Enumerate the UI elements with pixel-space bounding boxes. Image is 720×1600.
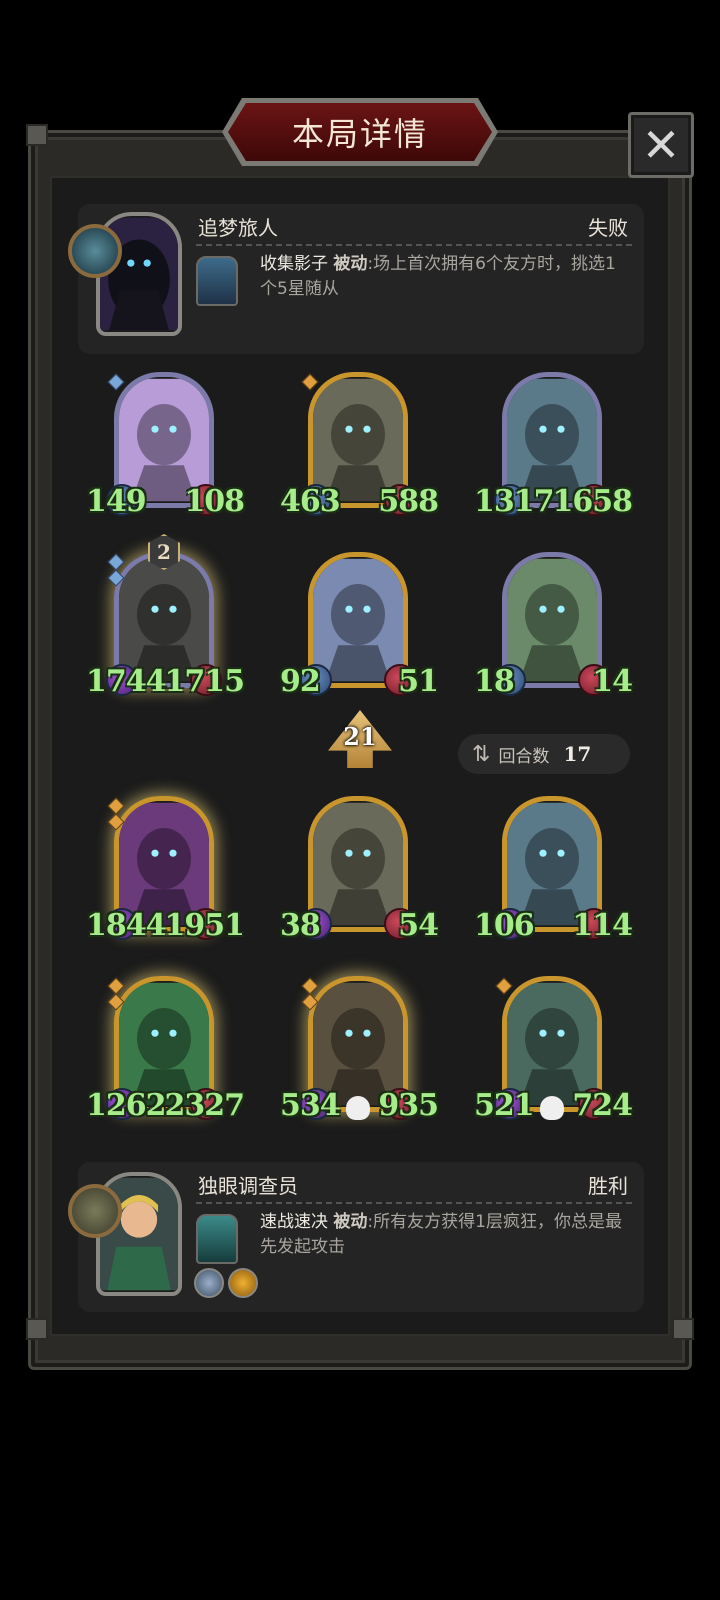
coin-talent-icon[interactable] <box>228 1268 258 1298</box>
hero-skill-name: 收集影子 <box>260 254 328 274</box>
top-minion-card[interactable]: 149 108 <box>86 372 245 522</box>
tavern-tier-value: 21 <box>343 722 377 751</box>
round-value: 17 <box>563 742 592 766</box>
hero-skill-description: 收集影子 被动:场上首次拥有6个友方时，挑选1个5星随从 <box>260 252 630 302</box>
hero-skill-type: 被动 <box>333 1212 368 1232</box>
self-result: 胜利 <box>588 1174 628 1198</box>
divider <box>196 1202 632 1204</box>
attack-value: 1844 <box>86 908 166 943</box>
health-value: 114 <box>572 908 633 943</box>
opponent-name: 追梦旅人 <box>198 216 278 240</box>
refresh-arrows-icon: ⇅ <box>472 741 491 767</box>
attack-value: 521 <box>474 1088 535 1123</box>
health-value: 1951 <box>164 908 245 943</box>
top-minion-card[interactable]: 18 14 <box>474 552 633 702</box>
close-icon: ✕ <box>641 118 681 172</box>
bottom-minion-card[interactable]: 1844 1951 <box>86 796 245 946</box>
frame-corner-bottom-left <box>26 1318 48 1340</box>
hero-skill-icon[interactable] <box>196 256 238 306</box>
attack-value: 18 <box>474 664 515 699</box>
page-title: 本局详情 <box>291 115 428 153</box>
hero-skill-icon[interactable] <box>196 1214 238 1264</box>
divider <box>196 244 632 246</box>
minion-portrait <box>507 558 597 682</box>
attack-value: 38 <box>280 908 321 943</box>
health-value: 935 <box>378 1088 439 1123</box>
health-value: 2327 <box>164 1088 245 1123</box>
attack-value: 106 <box>474 908 535 943</box>
hero-skill-name: 速战速决 <box>260 1212 328 1232</box>
minion-portrait <box>313 558 403 682</box>
health-value: 588 <box>378 484 439 519</box>
bottom-minion-card[interactable]: 521 724 <box>474 976 633 1126</box>
frame-corner-top-left <box>26 124 48 146</box>
attack-value: 1744 <box>86 664 166 699</box>
bottom-minion-card[interactable]: 534 935 <box>280 976 439 1126</box>
top-minion-card[interactable]: 463 588 <box>280 372 439 522</box>
bottom-minion-card[interactable]: 1262 2327 <box>86 976 245 1126</box>
self-name: 独眼调查员 <box>198 1174 298 1198</box>
self-avatar[interactable] <box>68 1172 184 1306</box>
pocket-watch-emblem-icon <box>68 1184 122 1238</box>
bottom-minion-card[interactable]: 106 114 <box>474 796 633 946</box>
attack-value: 149 <box>86 484 147 519</box>
frame-corner-bottom-right <box>672 1318 694 1340</box>
health-value: 14 <box>592 664 633 699</box>
skull-icon <box>540 1096 564 1120</box>
attack-value: 463 <box>280 484 341 519</box>
opponent-avatar[interactable] <box>68 212 184 346</box>
minion-portrait <box>313 802 403 926</box>
round-label: 回合数 <box>498 746 550 767</box>
health-value: 724 <box>572 1088 633 1123</box>
sword-talent-icon[interactable] <box>194 1268 224 1298</box>
health-value: 108 <box>184 484 245 519</box>
health-value: 51 <box>398 664 439 699</box>
top-minion-card[interactable]: 1744 1715 2 <box>86 534 245 702</box>
top-minion-card[interactable]: 1317 1658 <box>474 372 633 522</box>
hero-skill-type: 被动 <box>333 254 368 274</box>
hero-skill-description: 速战速决 被动:所有友方获得1层疯狂，你总是最先发起攻击 <box>260 1210 630 1260</box>
health-value: 1715 <box>164 664 245 699</box>
top-minion-card[interactable]: 92 51 <box>280 552 439 702</box>
health-value: 54 <box>398 908 439 943</box>
close-button[interactable]: ✕ <box>628 112 694 178</box>
round-counter: ⇅ 回合数 17 <box>458 734 630 774</box>
pocket-watch-emblem-icon <box>68 224 122 278</box>
opponent-result: 失败 <box>588 216 628 240</box>
skull-icon <box>346 1096 370 1120</box>
health-value: 1658 <box>552 484 633 519</box>
bottom-minion-card[interactable]: 38 54 <box>280 796 439 946</box>
attack-value: 1317 <box>474 484 554 519</box>
attack-value: 534 <box>280 1088 341 1123</box>
attack-value: 1262 <box>86 1088 166 1123</box>
attack-value: 92 <box>280 664 321 699</box>
